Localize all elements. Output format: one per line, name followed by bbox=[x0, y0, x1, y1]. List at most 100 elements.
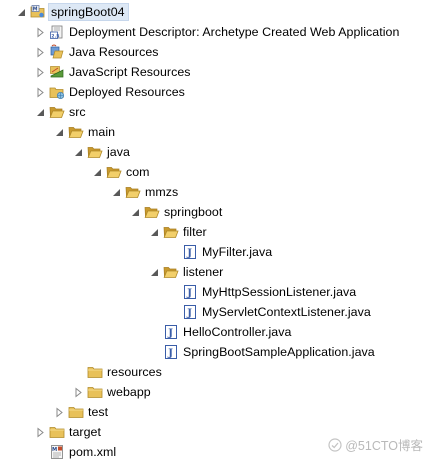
tree-item[interactable]: main bbox=[54, 122, 115, 142]
tree-item[interactable]: J MyFilter.java bbox=[168, 242, 272, 262]
tree-item-label: listener bbox=[183, 265, 224, 279]
tree-item-label: pom.xml bbox=[69, 445, 117, 459]
watermark: @51CTO博客 bbox=[328, 435, 423, 454]
expand-arrow-icon[interactable] bbox=[54, 402, 65, 422]
deployment-descriptor-icon: 2.5 bbox=[49, 24, 65, 40]
svg-text:2.5: 2.5 bbox=[51, 33, 59, 39]
java-file-icon: J bbox=[163, 344, 179, 360]
toggle-spacer bbox=[35, 442, 46, 462]
svg-text:J: J bbox=[186, 288, 192, 299]
tree-item[interactable]: resources bbox=[73, 362, 162, 382]
tree-item-label: mmzs bbox=[145, 185, 179, 199]
tree-item[interactable]: listener bbox=[149, 262, 223, 282]
expand-arrow-icon[interactable] bbox=[73, 382, 84, 402]
java-resources-icon bbox=[49, 44, 65, 60]
svg-text:M: M bbox=[52, 447, 57, 453]
tree-item[interactable]: J MyServletContextListener.java bbox=[168, 302, 371, 322]
collapse-arrow-icon[interactable] bbox=[35, 102, 46, 122]
collapse-arrow-icon[interactable] bbox=[54, 122, 65, 142]
expand-arrow-icon[interactable] bbox=[35, 22, 46, 42]
folder-icon bbox=[68, 404, 84, 420]
tree-item-label: MyHttpSessionListener.java bbox=[202, 285, 357, 299]
tree-item[interactable]: M pom.xml bbox=[35, 442, 116, 462]
folder-open-icon bbox=[144, 204, 160, 220]
svg-text:M: M bbox=[33, 7, 38, 13]
tree-item-label: resources bbox=[107, 365, 162, 379]
tree-item-label: filter bbox=[183, 225, 207, 239]
tree-item[interactable]: java bbox=[73, 142, 130, 162]
collapse-arrow-icon[interactable] bbox=[130, 202, 141, 222]
tree-item-label: main bbox=[88, 125, 116, 139]
tree-item[interactable]: Deployed Resources bbox=[35, 82, 185, 102]
svg-text:J: J bbox=[167, 348, 173, 359]
folder-open-icon bbox=[106, 164, 122, 180]
tree-item-label: springboot bbox=[164, 205, 223, 219]
tree-item[interactable]: webapp bbox=[73, 382, 151, 402]
tree-item-label: springBoot04 bbox=[48, 3, 129, 21]
tree-item-label: MyServletContextListener.java bbox=[202, 305, 371, 319]
java-file-icon: J bbox=[182, 244, 198, 260]
expand-arrow-icon[interactable] bbox=[35, 422, 46, 442]
expand-arrow-icon[interactable] bbox=[35, 62, 46, 82]
tree-item-label: Java Resources bbox=[69, 45, 159, 59]
tree-item[interactable]: src bbox=[35, 102, 86, 122]
tree-item[interactable]: com bbox=[92, 162, 150, 182]
svg-text:J: J bbox=[186, 248, 192, 259]
tree-item-label: webapp bbox=[107, 385, 151, 399]
collapse-arrow-icon[interactable] bbox=[16, 2, 27, 22]
tree-item-label: test bbox=[88, 405, 109, 419]
folder-open-icon bbox=[125, 184, 141, 200]
toggle-spacer bbox=[73, 362, 84, 382]
tree-item-label: SpringBootSampleApplication.java bbox=[183, 345, 375, 359]
collapse-arrow-icon[interactable] bbox=[73, 142, 84, 162]
tree-item[interactable]: J MyHttpSessionListener.java bbox=[168, 282, 356, 302]
collapse-arrow-icon[interactable] bbox=[149, 222, 160, 242]
folder-open-icon bbox=[163, 264, 179, 280]
expand-arrow-icon[interactable] bbox=[35, 42, 46, 62]
watermark-text: @51CTO博客 bbox=[345, 439, 423, 453]
tree-item[interactable]: Java Resources bbox=[35, 42, 159, 62]
java-file-icon: J bbox=[163, 324, 179, 340]
java-file-icon: J bbox=[182, 304, 198, 320]
tree-item[interactable]: 2.5 Deployment Descriptor: Archetype Cre… bbox=[35, 22, 399, 42]
project-explorer-tree: M springBoot04 2.5 Deployment Descriptor… bbox=[0, 0, 431, 466]
folder-open-icon bbox=[163, 224, 179, 240]
tree-item[interactable]: mmzs bbox=[111, 182, 178, 202]
javascript-resources-icon bbox=[49, 64, 65, 80]
svg-text:J: J bbox=[167, 328, 173, 339]
tree-item[interactable]: springboot bbox=[130, 202, 222, 222]
project-icon: M bbox=[30, 4, 46, 20]
tree-item-label: com bbox=[126, 165, 150, 179]
folder-open-icon bbox=[68, 124, 84, 140]
toggle-spacer bbox=[168, 302, 179, 322]
folder-open-icon bbox=[87, 144, 103, 160]
collapse-arrow-icon[interactable] bbox=[92, 162, 103, 182]
expand-arrow-icon[interactable] bbox=[35, 82, 46, 102]
toggle-spacer bbox=[149, 322, 160, 342]
folder-icon bbox=[49, 424, 65, 440]
tree-item[interactable]: J HelloController.java bbox=[149, 322, 291, 342]
deployed-resources-icon bbox=[49, 84, 65, 100]
tree-item-label: target bbox=[69, 425, 101, 439]
tree-item-label: HelloController.java bbox=[183, 325, 292, 339]
tree-item[interactable]: J SpringBootSampleApplication.java bbox=[149, 342, 375, 362]
tree-item[interactable]: filter bbox=[149, 222, 207, 242]
tree-item-label: JavaScript Resources bbox=[69, 65, 191, 79]
tree-item[interactable]: JavaScript Resources bbox=[35, 62, 191, 82]
tree-item-label: Deployment Descriptor: Archetype Created… bbox=[69, 25, 400, 39]
collapse-arrow-icon[interactable] bbox=[149, 262, 160, 282]
java-file-icon: J bbox=[182, 284, 198, 300]
folder-icon bbox=[87, 364, 103, 380]
svg-text:J: J bbox=[186, 308, 192, 319]
collapse-arrow-icon[interactable] bbox=[111, 182, 122, 202]
folder-icon bbox=[87, 384, 103, 400]
folder-open-icon bbox=[49, 104, 65, 120]
toggle-spacer bbox=[168, 242, 179, 262]
tree-item[interactable]: target bbox=[35, 422, 101, 442]
tree-item-label: MyFilter.java bbox=[202, 245, 273, 259]
tree-item[interactable]: M springBoot04 bbox=[16, 2, 129, 22]
toggle-spacer bbox=[168, 282, 179, 302]
tree-item-label: src bbox=[69, 105, 86, 119]
tree-item[interactable]: test bbox=[54, 402, 108, 422]
tree-item-label: java bbox=[107, 145, 130, 159]
